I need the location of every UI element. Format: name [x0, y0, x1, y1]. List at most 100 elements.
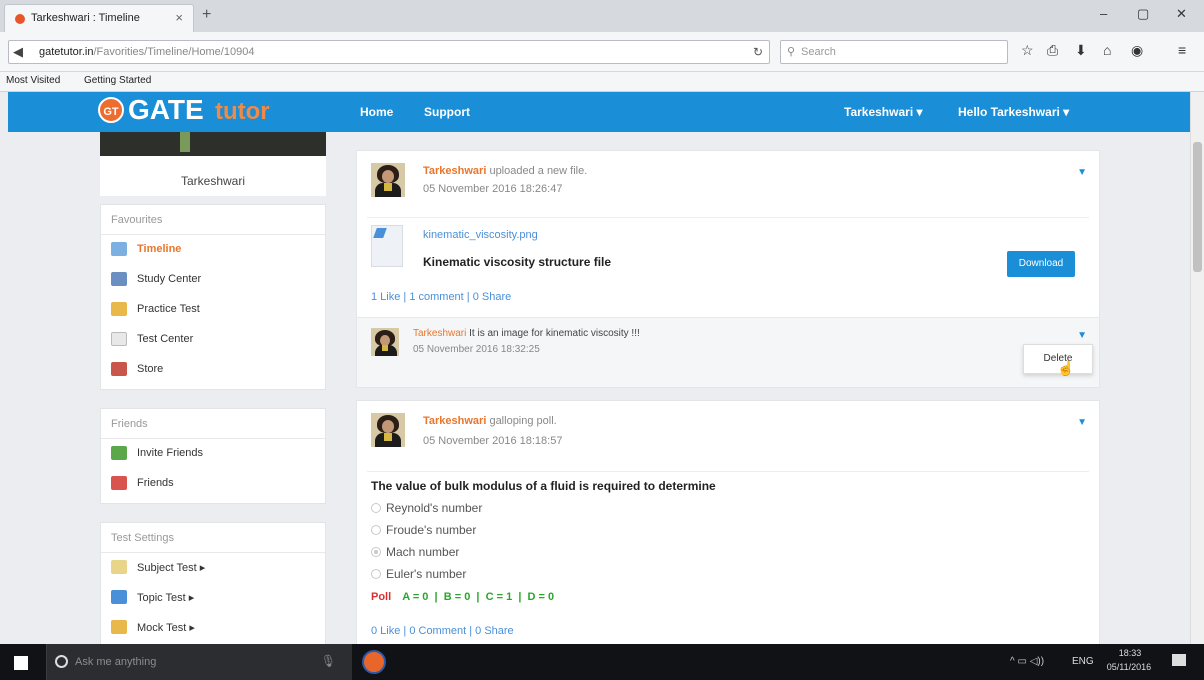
- radio-button-icon: [371, 569, 381, 579]
- comment-date: 05 November 2016 18:32:25: [413, 344, 540, 355]
- sidebar-item-subject-test[interactable]: Subject Test ▸: [101, 553, 325, 583]
- poll-results-values: A = 0 | B = 0 | C = 1 | D = 0: [402, 591, 555, 603]
- poll-option[interactable]: Mach number: [371, 545, 459, 559]
- language-indicator[interactable]: ENG: [1072, 656, 1094, 667]
- browser-search-input[interactable]: ⚲ Search: [780, 40, 1008, 64]
- poll-option[interactable]: Euler's number: [371, 567, 466, 581]
- comment-row: Tarkeshwari It is an image for kinematic…: [357, 317, 1099, 387]
- firefox-taskbar-icon[interactable]: [362, 650, 386, 674]
- windows-start-icon[interactable]: [14, 656, 28, 670]
- microphone-icon[interactable]: 🎙: [321, 654, 336, 668]
- search-icon: ⚲: [787, 46, 796, 58]
- test-center-icon: [111, 332, 127, 346]
- back-arrow-icon[interactable]: ◀: [13, 44, 23, 60]
- bookmarks-bar: Most Visited Getting Started: [0, 72, 1204, 92]
- url-bar[interactable]: ◀ gatetutor.in/Favorities/Timeline/Home/…: [8, 40, 770, 64]
- file-description: Kinematic viscosity structure file: [423, 255, 612, 269]
- pocket-icon[interactable]: ◉: [1131, 42, 1143, 59]
- home-icon[interactable]: ⌂: [1103, 42, 1111, 58]
- poll-label: Poll: [371, 591, 392, 603]
- sidebar-item-test-center[interactable]: Test Center: [101, 325, 325, 355]
- comment-options-chevron-icon[interactable]: ▼: [1077, 330, 1087, 341]
- sidebar-item-mock-test[interactable]: Mock Test ▸: [101, 613, 325, 643]
- post-author-link[interactable]: Tarkeshwari: [423, 415, 486, 427]
- avatar[interactable]: [371, 413, 405, 447]
- profile-name[interactable]: Tarkeshwari: [100, 174, 326, 188]
- tab-close-icon[interactable]: ×: [175, 10, 183, 25]
- favourites-heading: Favourites: [101, 205, 325, 235]
- site-header: GT GATE tutor Home Support Tarkeshwari ▾…: [8, 92, 1190, 132]
- clock-time[interactable]: 18:33: [1110, 648, 1150, 658]
- sidebar-item-timeline[interactable]: Timeline: [101, 235, 325, 265]
- post-author-link[interactable]: Tarkeshwari: [423, 165, 486, 177]
- minimize-icon[interactable]: –: [1100, 6, 1107, 21]
- test-settings-heading: Test Settings: [101, 523, 325, 553]
- page-scrollbar[interactable]: [1190, 92, 1204, 644]
- poll-results: Poll A = 0 | B = 0 | C = 1 | D = 0: [371, 591, 554, 603]
- calendar-icon: [111, 242, 127, 256]
- url-text: gatetutor.in/Favorities/Timeline/Home/10…: [39, 46, 255, 58]
- site-favicon-icon: [15, 14, 25, 24]
- post-file-upload: Tarkeshwari uploaded a new file. 05 Nove…: [356, 150, 1100, 388]
- downloads-icon[interactable]: ⬇: [1075, 42, 1087, 59]
- nav-home-link[interactable]: Home: [360, 105, 393, 119]
- post-options-chevron-icon[interactable]: ▼: [1077, 167, 1087, 178]
- post-header: Tarkeshwari galloping poll.: [423, 415, 557, 427]
- logo-gate-text[interactable]: GATE: [128, 94, 204, 126]
- sidebar-item-friends[interactable]: Friends: [101, 469, 325, 499]
- browser-tab[interactable]: Tarkeshwari : Timeline ×: [4, 4, 194, 32]
- topic-test-icon: [111, 590, 127, 604]
- practice-test-icon: [111, 302, 127, 316]
- sidebar-item-study-center[interactable]: Study Center: [101, 265, 325, 295]
- avatar[interactable]: [371, 163, 405, 197]
- post-stats[interactable]: 0 Like | 0 Comment | 0 Share: [371, 625, 514, 637]
- maximize-icon[interactable]: ▢: [1137, 6, 1149, 22]
- post-date: 05 November 2016 18:26:47: [423, 183, 563, 195]
- radio-button-icon: [371, 525, 381, 535]
- notification-center-icon[interactable]: [1172, 654, 1186, 666]
- test-settings-panel: Test Settings Subject Test ▸ Topic Test …: [100, 522, 326, 644]
- logo-badge[interactable]: GT: [98, 97, 124, 123]
- logo-tutor-text[interactable]: tutor: [215, 98, 270, 126]
- scrollbar-thumb[interactable]: [1193, 142, 1202, 272]
- study-center-icon: [111, 272, 127, 286]
- post-stats[interactable]: 1 Like | 1 comment | 0 Share: [371, 291, 511, 303]
- comment-text: Tarkeshwari It is an image for kinematic…: [413, 328, 640, 339]
- close-window-icon[interactable]: ✕: [1176, 6, 1187, 22]
- cursor-hand-icon: ☝: [1057, 360, 1075, 376]
- cortana-icon: [55, 655, 68, 668]
- new-tab-icon[interactable]: +: [202, 6, 211, 24]
- friends-icon: [111, 476, 127, 490]
- comment-avatar[interactable]: [371, 328, 399, 356]
- file-name-link[interactable]: kinematic_viscosity.png: [423, 229, 538, 241]
- hello-user-dropdown[interactable]: Hello Tarkeshwari ▾: [958, 105, 1069, 119]
- user-dropdown[interactable]: Tarkeshwari ▾: [844, 105, 923, 119]
- poll-option[interactable]: Froude's number: [371, 523, 476, 537]
- web-page: GT GATE tutor Home Support Tarkeshwari ▾…: [8, 92, 1190, 644]
- sidebar-item-practice-test[interactable]: Practice Test: [101, 295, 325, 325]
- system-tray-icons[interactable]: ^ ▭ ◁)): [1010, 656, 1044, 667]
- sidebar-item-store[interactable]: Store: [101, 355, 325, 385]
- cortana-search-box[interactable]: Ask me anything 🎙: [46, 644, 352, 680]
- download-button[interactable]: Download: [1007, 251, 1075, 277]
- bookmark-most-visited[interactable]: Most Visited: [6, 75, 60, 86]
- sidebar-item-topic-test[interactable]: Topic Test ▸: [101, 583, 325, 613]
- subject-test-icon: [111, 560, 127, 574]
- bookmark-getting-started[interactable]: Getting Started: [84, 75, 151, 86]
- mock-test-icon: [111, 620, 127, 634]
- nav-support-link[interactable]: Support: [424, 105, 470, 119]
- menu-icon[interactable]: ≡: [1178, 42, 1186, 58]
- file-icon: [371, 225, 403, 267]
- reading-list-icon[interactable]: ⎙: [1047, 42, 1058, 59]
- bookmark-star-icon[interactable]: ☆: [1021, 42, 1034, 59]
- friends-panel: Friends Invite Friends Friends: [100, 408, 326, 504]
- comment-author-link[interactable]: Tarkeshwari: [413, 328, 466, 339]
- post-options-chevron-icon[interactable]: ▼: [1077, 417, 1087, 428]
- profile-photo[interactable]: [100, 132, 326, 156]
- cortana-placeholder: Ask me anything: [75, 656, 157, 668]
- poll-option[interactable]: Reynold's number: [371, 501, 482, 515]
- clock-date[interactable]: 05/11/2016: [1104, 662, 1154, 672]
- radio-button-selected-icon: [371, 547, 381, 557]
- sidebar-item-invite-friends[interactable]: Invite Friends: [101, 439, 325, 469]
- reload-icon[interactable]: ↻: [753, 45, 763, 59]
